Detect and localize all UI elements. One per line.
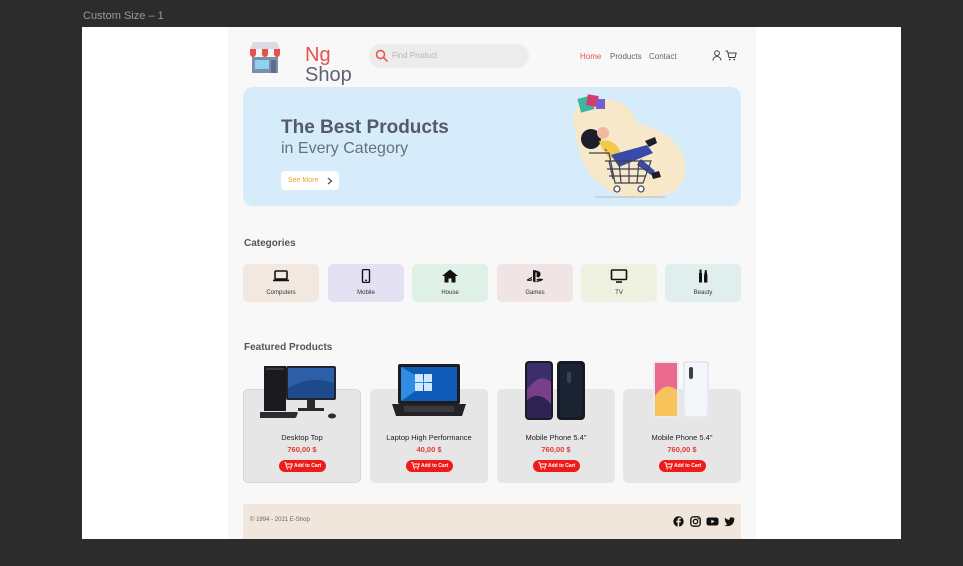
phone-image bbox=[525, 361, 585, 420]
house-icon bbox=[442, 269, 458, 283]
categories-heading: Categories bbox=[244, 238, 296, 249]
add-to-cart-label: Add to Cart bbox=[421, 463, 449, 469]
phone-image bbox=[653, 361, 709, 418]
add-to-cart-label: Add to Cart bbox=[548, 463, 576, 469]
category-house[interactable]: House bbox=[412, 264, 488, 302]
instagram-icon[interactable] bbox=[690, 516, 701, 527]
search-icon bbox=[375, 49, 388, 62]
product-name[interactable]: Desktop Top bbox=[243, 433, 361, 442]
category-games[interactable]: Games bbox=[497, 264, 573, 302]
nav-contact-link[interactable]: Contact bbox=[649, 52, 677, 61]
category-mobile[interactable]: Mobile bbox=[328, 264, 404, 302]
category-label: Mobile bbox=[357, 290, 375, 296]
category-label: House bbox=[441, 290, 459, 296]
category-label: TV bbox=[615, 290, 623, 296]
category-beauty[interactable]: Beauty bbox=[665, 264, 741, 302]
desktop-computer-image bbox=[260, 366, 336, 419]
youtube-icon[interactable] bbox=[706, 516, 719, 527]
category-label: Computers bbox=[266, 290, 296, 296]
product-price: 760,00 $ bbox=[287, 445, 317, 454]
cart-icon bbox=[664, 462, 673, 470]
beauty-icon bbox=[699, 269, 708, 283]
product-price: 760,00 $ bbox=[541, 445, 571, 454]
user-icon[interactable] bbox=[712, 50, 722, 61]
brand-first: Ng bbox=[305, 44, 331, 66]
see-more-label: See More bbox=[288, 177, 319, 184]
add-to-cart-button[interactable]: Add to Cart bbox=[406, 460, 453, 472]
shopping-cart-woman-illustration bbox=[573, 94, 686, 198]
hero-title: The Best Products bbox=[281, 117, 449, 138]
logo[interactable]: Ng Shop bbox=[247, 37, 352, 85]
mobile-icon bbox=[361, 269, 371, 283]
copyright-text: © 1994 - 2021 E-Shop bbox=[250, 517, 310, 523]
category-computers[interactable]: Computers bbox=[243, 264, 319, 302]
cart-icon bbox=[284, 462, 293, 470]
brand-second: Shop bbox=[305, 64, 352, 86]
playstation-icon bbox=[526, 270, 544, 283]
shop-logo-icon bbox=[250, 42, 280, 73]
category-label: Games bbox=[525, 290, 545, 296]
product-name[interactable]: Laptop High Performance bbox=[370, 433, 488, 442]
laptop-image bbox=[392, 364, 466, 416]
add-to-cart-button[interactable]: Add to Cart bbox=[659, 460, 706, 472]
nav-home-link[interactable]: Home bbox=[580, 52, 601, 61]
shop-page: Ng Shop Find Product Home Products Conta… bbox=[228, 27, 756, 539]
see-more-button[interactable]: See More bbox=[281, 171, 339, 190]
category-tv[interactable]: TV bbox=[581, 264, 657, 302]
tv-icon bbox=[610, 269, 628, 283]
product-name[interactable]: Mobile Phone 5.4" bbox=[497, 433, 615, 442]
artboard-label: Custom Size – 1 bbox=[83, 10, 164, 22]
artboard-canvas: Ng Shop Find Product Home Products Conta… bbox=[82, 27, 901, 539]
chevron-right-icon bbox=[327, 177, 333, 185]
cart-icon bbox=[411, 462, 420, 470]
cart-icon bbox=[538, 462, 547, 470]
hero-subtitle: in Every Category bbox=[281, 140, 409, 157]
category-label: Beauty bbox=[693, 290, 713, 296]
brand-name: Ng Shop bbox=[305, 45, 352, 85]
facebook-icon[interactable] bbox=[673, 516, 684, 527]
product-price: 40,00 $ bbox=[416, 445, 442, 454]
search-input[interactable]: Find Product bbox=[369, 44, 529, 68]
add-to-cart-button[interactable]: Add to Cart bbox=[533, 460, 580, 472]
add-to-cart-label: Add to Cart bbox=[294, 463, 322, 469]
laptop-icon bbox=[273, 270, 289, 282]
nav-products-link[interactable]: Products bbox=[610, 52, 642, 61]
twitter-icon[interactable] bbox=[724, 516, 735, 527]
cart-icon[interactable] bbox=[725, 50, 737, 61]
add-to-cart-button[interactable]: Add to Cart bbox=[279, 460, 326, 472]
product-price: 760,00 $ bbox=[667, 445, 697, 454]
footer: © 1994 - 2021 E-Shop bbox=[243, 504, 741, 539]
hero-banner: The Best Products in Every Category See … bbox=[243, 87, 741, 206]
featured-products-heading: Featured Products bbox=[244, 342, 333, 353]
search-placeholder: Find Product bbox=[392, 51, 438, 60]
add-to-cart-label: Add to Cart bbox=[674, 463, 702, 469]
product-name[interactable]: Mobile Phone 5.4" bbox=[623, 433, 741, 442]
